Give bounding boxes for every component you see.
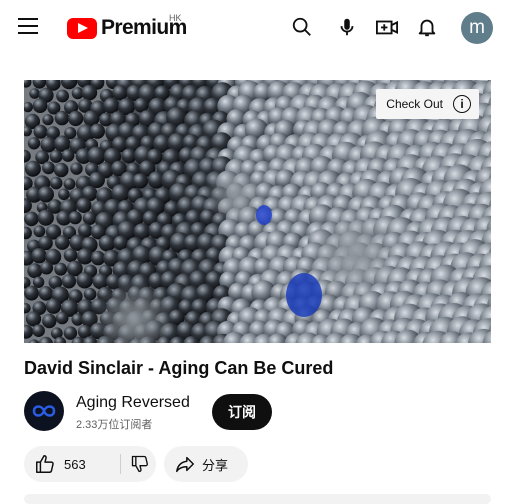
sphere — [32, 324, 45, 337]
top-app-bar: Premium HK m — [0, 0, 515, 56]
divider — [120, 454, 121, 474]
next-row-pill — [24, 494, 491, 504]
sphere — [58, 189, 70, 201]
sphere — [56, 312, 69, 325]
share-button[interactable]: 分享 — [164, 446, 248, 482]
youtube-logo-icon — [67, 18, 97, 39]
sphere — [99, 235, 116, 252]
sphere — [112, 85, 127, 100]
sphere — [33, 277, 44, 288]
dislike-button[interactable] — [128, 446, 152, 482]
sphere — [34, 225, 46, 237]
sphere — [54, 263, 67, 276]
sphere — [84, 288, 97, 301]
sphere — [40, 137, 56, 153]
sphere — [83, 211, 97, 225]
sphere — [133, 173, 148, 188]
sphere — [87, 147, 105, 165]
sphere — [39, 286, 54, 301]
sphere — [31, 248, 46, 263]
sphere — [55, 111, 69, 125]
sphere — [42, 314, 56, 328]
subscribe-button[interactable]: 订阅 — [212, 394, 272, 430]
sphere — [40, 261, 53, 274]
sphere — [50, 150, 63, 163]
sphere — [56, 90, 69, 103]
video-player[interactable]: Check Out i — [24, 80, 491, 343]
check-out-label: Check Out — [386, 97, 443, 111]
check-out-overlay[interactable]: Check Out i — [376, 89, 479, 119]
sphere — [64, 248, 78, 262]
channel-name[interactable]: Aging Reversed — [76, 394, 190, 412]
sphere — [64, 178, 76, 190]
sphere — [29, 88, 40, 99]
like-count: 563 — [64, 457, 86, 472]
subscriber-count: 2.33万位订阅者 — [76, 416, 152, 432]
search-icon[interactable] — [289, 14, 315, 40]
sphere — [25, 161, 41, 177]
create-video-icon[interactable] — [374, 14, 400, 40]
region-label: HK — [169, 13, 182, 23]
notifications-icon[interactable] — [414, 14, 440, 40]
sphere — [68, 111, 83, 126]
sphere — [69, 211, 82, 224]
sphere — [24, 212, 39, 227]
sphere — [54, 163, 69, 178]
sphere — [62, 274, 76, 288]
sphere — [34, 125, 48, 139]
like-button[interactable]: 563 — [34, 446, 86, 482]
video-title: David Sinclair - Aging Can Be Cured — [24, 358, 333, 379]
sphere — [77, 272, 93, 288]
sphere — [27, 263, 42, 278]
sphere — [42, 114, 53, 125]
sphere — [81, 85, 97, 101]
menu-icon[interactable] — [18, 18, 38, 34]
sphere — [38, 210, 54, 226]
info-icon: i — [453, 95, 471, 113]
sphere — [26, 311, 41, 326]
like-dislike-group: 563 — [24, 446, 156, 482]
infinity-logo-icon — [24, 391, 64, 431]
sphere — [89, 172, 105, 188]
share-icon — [174, 453, 196, 475]
sphere — [42, 162, 55, 175]
sphere — [76, 198, 91, 213]
sphere — [55, 235, 70, 250]
account-avatar[interactable]: m — [461, 12, 493, 44]
sphere — [28, 137, 40, 149]
sphere — [33, 98, 48, 113]
channel-avatar[interactable] — [24, 391, 64, 431]
sphere — [62, 149, 75, 162]
sphere — [46, 299, 61, 314]
share-label: 分享 — [202, 455, 228, 474]
sphere — [70, 162, 82, 174]
thumbs-up-icon — [34, 453, 56, 475]
sphere — [24, 286, 39, 301]
mic-icon[interactable] — [334, 14, 360, 40]
sphere — [50, 177, 63, 190]
video-frame-image — [24, 80, 491, 343]
sphere — [90, 124, 105, 139]
thumbs-down-icon — [130, 454, 150, 474]
sphere — [113, 236, 128, 251]
